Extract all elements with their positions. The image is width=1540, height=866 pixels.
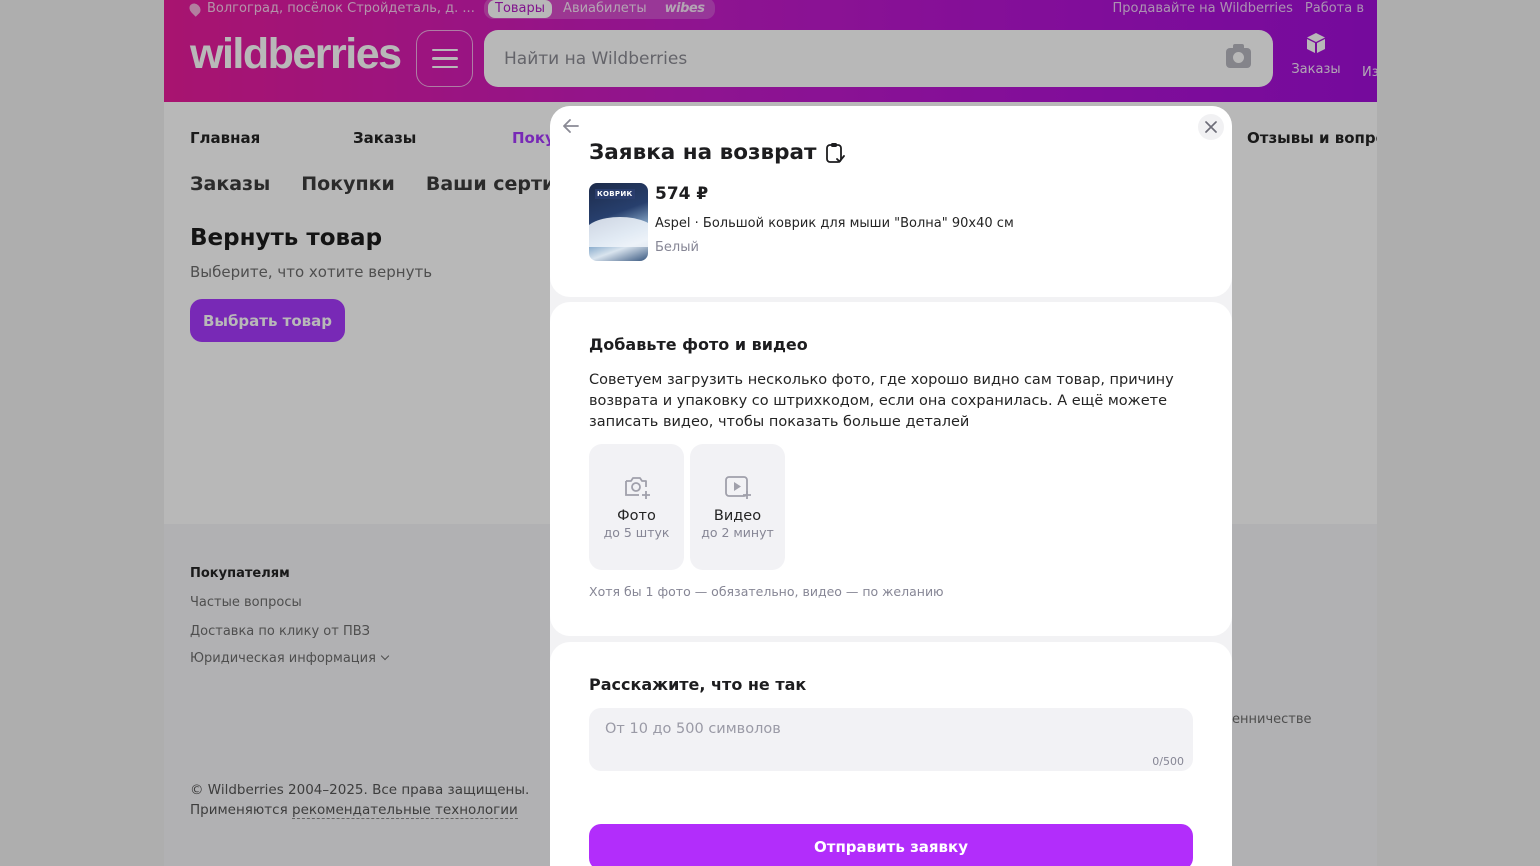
product-color: Белый: [655, 240, 699, 255]
product-price: 574 ₽: [655, 184, 709, 204]
add-video-button[interactable]: Видео до 2 минут: [690, 444, 785, 570]
camera-plus-icon: [624, 477, 650, 499]
reason-textarea[interactable]: От 10 до 500 символов 0/500: [589, 708, 1193, 771]
media-title: Добавьте фото и видео: [589, 335, 808, 354]
add-photo-button[interactable]: Фото до 5 штук: [589, 444, 684, 570]
media-description: Советуем загрузить несколько фото, где х…: [589, 372, 1174, 430]
modal-title: Заявка на возврат: [589, 140, 846, 165]
video-limit: до 2 минут: [701, 525, 774, 540]
close-icon: [1205, 121, 1217, 133]
video-plus-icon: [724, 476, 751, 499]
back-arrow-icon[interactable]: [561, 117, 581, 135]
return-request-modal: Заявка на возврат КОВРИК 574 ₽ Aspel · Б…: [550, 106, 1232, 866]
reason-card: Расскажите, что не так От 10 до 500 симв…: [550, 642, 1232, 866]
video-label: Видео: [713, 508, 762, 524]
product-name: Aspel · Большой коврик для мыши "Волна" …: [655, 216, 1014, 231]
wave-image: [589, 217, 648, 247]
media-card: Добавьте фото и видео Советуем загрузить…: [550, 302, 1232, 636]
thumb-label: КОВРИК: [595, 189, 635, 199]
media-hint: Хотя бы 1 фото — обязательно, видео — по…: [589, 584, 944, 599]
photo-limit: до 5 штук: [603, 525, 670, 540]
reason-placeholder: От 10 до 500 символов: [605, 721, 781, 737]
photo-label: Фото: [617, 508, 656, 524]
close-button[interactable]: [1198, 114, 1224, 140]
modal-title-text: Заявка на возврат: [589, 140, 817, 165]
char-counter: 0/500: [1152, 755, 1184, 768]
reason-title: Расскажите, что не так: [589, 675, 807, 694]
submit-request-button[interactable]: Отправить заявку: [589, 824, 1193, 866]
product-card: Заявка на возврат КОВРИК 574 ₽ Aspel · Б…: [550, 106, 1232, 297]
product-thumbnail[interactable]: КОВРИК: [589, 183, 648, 261]
clipboard-check-icon: [826, 142, 846, 163]
